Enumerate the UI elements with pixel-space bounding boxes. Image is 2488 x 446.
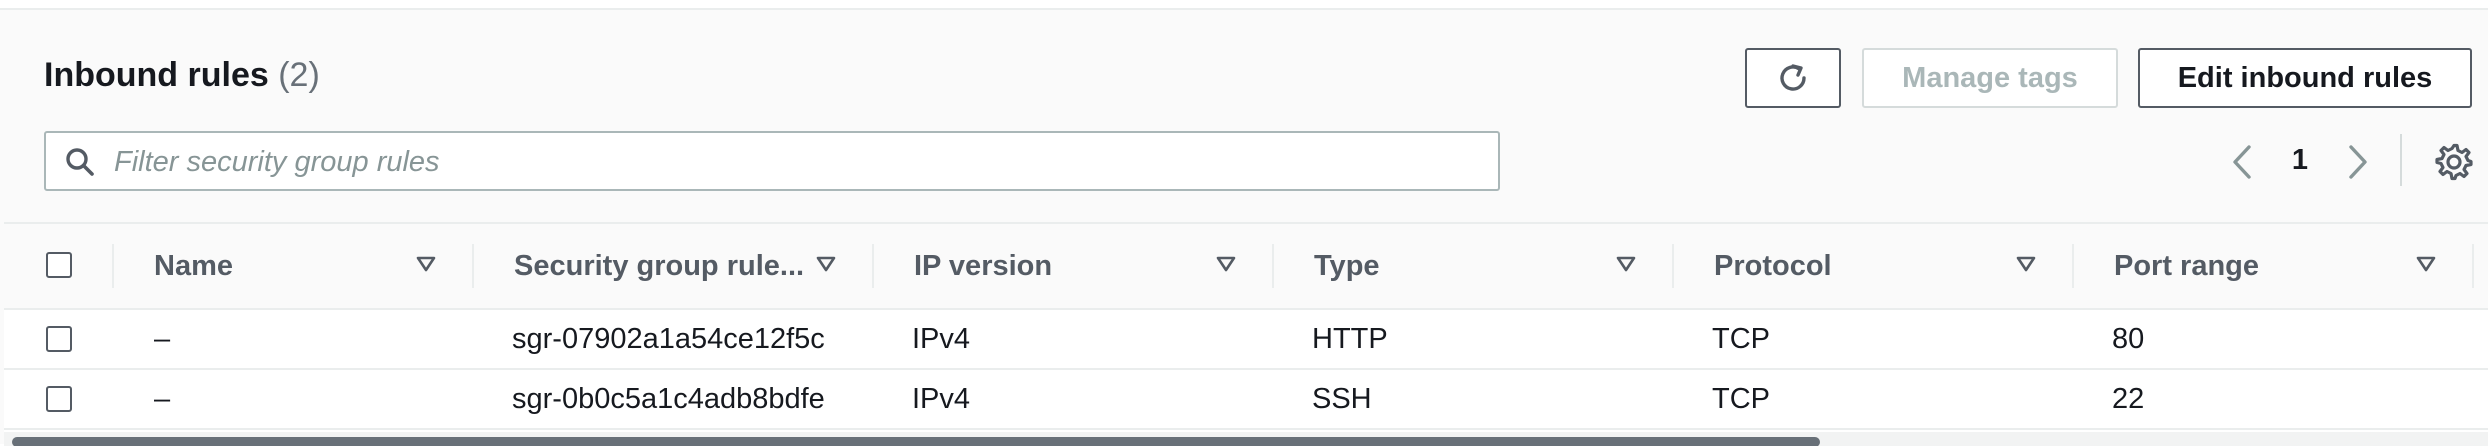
gear-icon: [2435, 143, 2473, 181]
column-divider: [2472, 244, 2474, 288]
table-header: Name Security group rule... IP version T…: [4, 224, 2488, 310]
cell-ip-version: IPv4: [912, 382, 971, 415]
refresh-button[interactable]: [1745, 48, 1841, 108]
cell-protocol: TCP: [1712, 322, 1770, 355]
select-all-checkbox[interactable]: [46, 252, 72, 278]
column-divider: [2072, 244, 2074, 288]
edit-inbound-rules-button[interactable]: Edit inbound rules: [2138, 48, 2472, 108]
row-checkbox[interactable]: [46, 386, 72, 412]
column-header-label: Security group rule...: [514, 249, 805, 282]
column-divider: [1672, 244, 1674, 288]
column-divider: [472, 244, 474, 288]
cell-port-range: 22: [2112, 382, 2145, 415]
cell-rule-id: sgr-07902a1a54ce12f5c: [512, 322, 825, 355]
sort-down-icon: [816, 256, 836, 272]
cell-port-range: 80: [2112, 322, 2145, 355]
column-divider: [1272, 244, 1274, 288]
table-row[interactable]: – sgr-0b0c5a1c4adb8bdfe IPv4 SSH TCP 22: [4, 370, 2488, 430]
pager-divider: [2400, 134, 2402, 186]
cell-protocol: TCP: [1712, 382, 1770, 415]
sort-down-icon: [2416, 256, 2436, 272]
column-divider: [872, 244, 874, 288]
sort-down-icon: [416, 256, 436, 272]
column-divider: [112, 244, 114, 288]
search-icon: [66, 148, 94, 176]
column-header-rule-id[interactable]: Security group rule...: [514, 224, 884, 308]
current-page-number[interactable]: 1: [2282, 144, 2318, 177]
sort-down-icon: [2016, 256, 2036, 272]
rules-table: Name Security group rule... IP version T…: [4, 222, 2488, 446]
preferences-button[interactable]: [2432, 140, 2476, 184]
chevron-right-icon: [2349, 145, 2367, 179]
cell-type: SSH: [1312, 382, 1372, 415]
cell-rule-id: sgr-0b0c5a1c4adb8bdfe: [512, 382, 825, 415]
row-checkbox[interactable]: [46, 326, 72, 352]
filter-box[interactable]: [44, 131, 1500, 191]
refresh-icon: [1780, 64, 1806, 91]
cell-type: HTTP: [1312, 322, 1388, 355]
chevron-left-icon: [2233, 145, 2251, 179]
sort-down-icon: [1216, 256, 1236, 272]
column-header-label: Protocol: [1714, 249, 1832, 282]
cell-ip-version: IPv4: [912, 322, 971, 355]
cell-name: –: [154, 322, 171, 355]
manage-tags-button[interactable]: Manage tags: [1862, 48, 2118, 108]
column-header-label: IP version: [914, 249, 1053, 282]
column-header-ip-version[interactable]: IP version: [914, 224, 1284, 308]
page-title: Inbound rules (2): [44, 56, 320, 95]
rule-count: (2): [278, 56, 320, 94]
column-header-type[interactable]: Type: [1314, 224, 1684, 308]
column-header-label: Name: [154, 249, 233, 282]
column-header-label: Port range: [2114, 249, 2260, 282]
filter-input[interactable]: [112, 137, 1476, 187]
sort-down-icon: [1616, 256, 1636, 272]
previous-page-button[interactable]: [2222, 140, 2262, 184]
cell-name: –: [154, 382, 171, 415]
horizontal-scrollbar-thumb[interactable]: [12, 437, 1820, 446]
column-header-name[interactable]: Name: [154, 224, 444, 308]
column-header-port-range[interactable]: Port range: [2114, 224, 2484, 308]
table-row[interactable]: – sgr-07902a1a54ce12f5c IPv4 HTTP TCP 80: [4, 310, 2488, 370]
title-text: Inbound rules: [44, 56, 269, 94]
column-header-protocol[interactable]: Protocol: [1714, 224, 2084, 308]
inbound-rules-panel: Inbound rules (2) Manage tags Edit inbou…: [0, 8, 2488, 446]
column-header-label: Type: [1314, 249, 1380, 282]
next-page-button[interactable]: [2338, 140, 2378, 184]
